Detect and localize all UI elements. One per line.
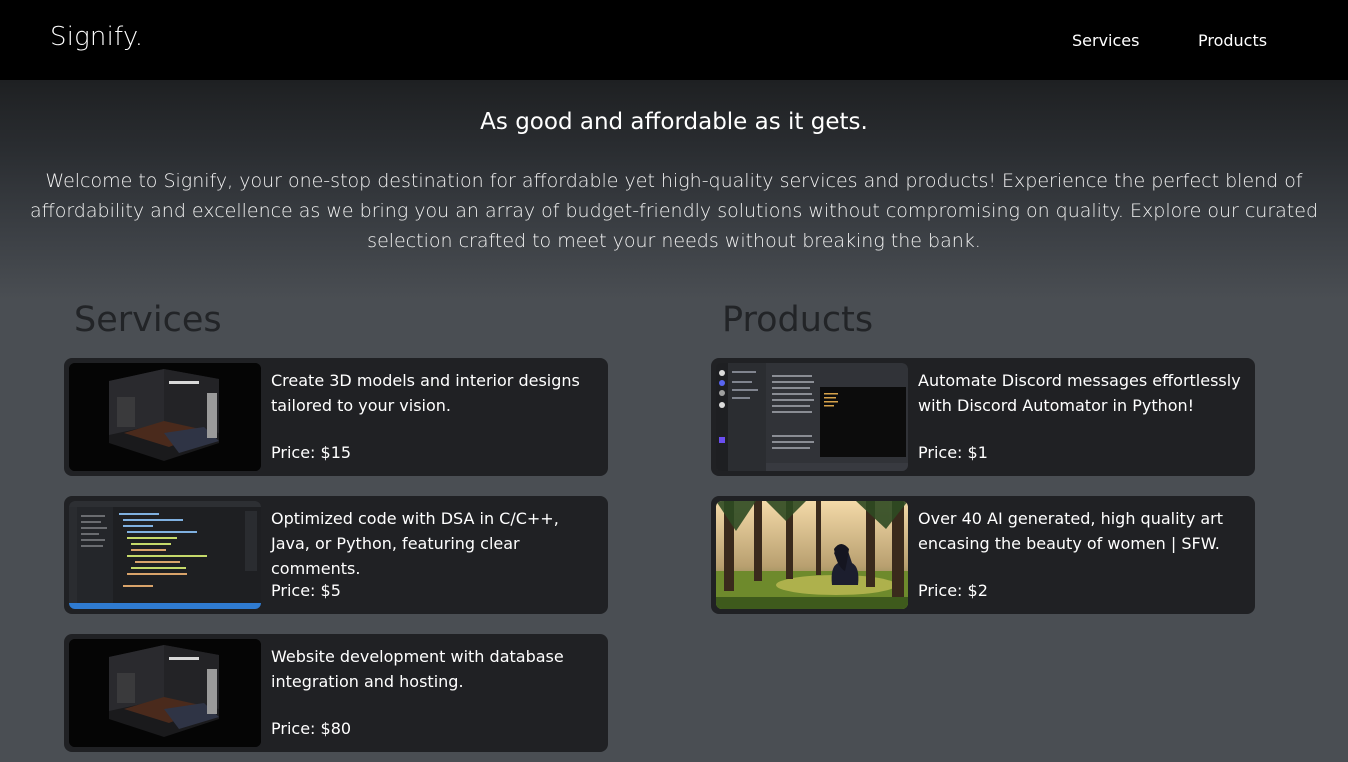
discord-app-thumbnail <box>716 363 908 471</box>
card-price: Price: $15 <box>271 443 352 462</box>
card-description: Automate Discord messages effortlessly w… <box>918 371 1241 415</box>
product-card-discord-automator[interactable]: Automate Discord messages effortlessly w… <box>711 358 1255 476</box>
card-description: Optimized code with DSA in C/C++, Java, … <box>271 509 559 578</box>
hero-tagline: As good and affordable as it gets. <box>480 109 868 135</box>
service-card-optimized-code[interactable]: Optimized code with DSA in C/C++, Java, … <box>64 496 608 614</box>
nav-link-services[interactable]: Services <box>1072 31 1139 50</box>
site-logo[interactable]: Signify. <box>50 22 143 52</box>
card-description: Website development with database integr… <box>271 647 564 691</box>
card-price: Price: $80 <box>271 719 352 738</box>
services-heading: Services <box>74 300 222 340</box>
room-render-thumbnail <box>69 639 261 747</box>
card-description: Create 3D models and interior designs ta… <box>271 371 580 415</box>
card-description: Over 40 AI generated, high quality art e… <box>918 509 1224 553</box>
products-heading: Products <box>722 300 874 340</box>
service-card-3d-models[interactable]: Create 3D models and interior designs ta… <box>64 358 608 476</box>
room-render-thumbnail <box>69 363 261 471</box>
product-card-ai-art[interactable]: Over 40 AI generated, high quality art e… <box>711 496 1255 614</box>
service-card-website-dev[interactable]: Website development with database integr… <box>64 634 608 752</box>
nav-link-products[interactable]: Products <box>1198 31 1267 50</box>
card-price: Price: $2 <box>918 581 988 600</box>
top-navbar: Signify. Services Products <box>0 0 1348 80</box>
hero-intro: Welcome to Signify, your one-stop destin… <box>29 170 1319 252</box>
anime-forest-art-thumbnail <box>716 501 908 609</box>
code-editor-thumbnail <box>69 501 261 609</box>
card-price: Price: $1 <box>918 443 988 462</box>
card-price: Price: $5 <box>271 581 341 600</box>
